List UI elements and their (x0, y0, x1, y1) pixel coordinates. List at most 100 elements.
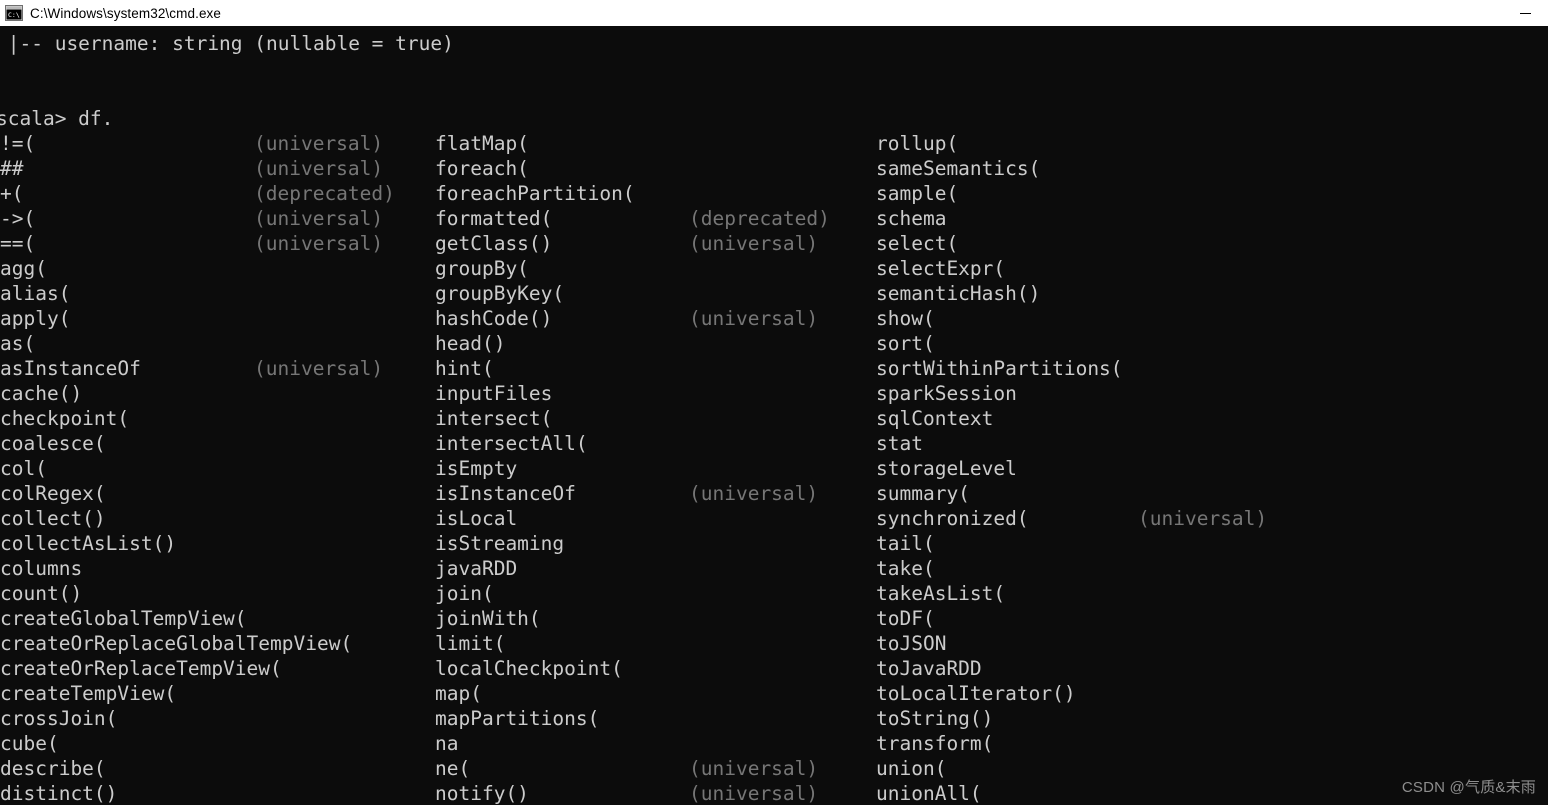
terminal-text-area: |-- username: string (nullable = true) s… (0, 31, 1548, 805)
member-name-col3: unionAll( (876, 782, 982, 805)
member-row: coalesce( intersectAll( stat (0, 431, 1548, 456)
member-tag-col2: (universal) (689, 782, 819, 805)
member-name-col2: formatted( (435, 207, 553, 230)
member-row: apply(hashCode() (universal) show( (0, 306, 1548, 331)
member-name-col1: alias( (0, 282, 71, 305)
minimize-button[interactable] (1502, 0, 1548, 26)
member-row: createTempView(map(toLocalIterator() (0, 681, 1548, 706)
member-name-col3: summary( (876, 482, 970, 505)
cmd-window: C:\ C:\Windows\system32\cmd.exe |-- user… (0, 0, 1548, 805)
schema-field-line: |-- username: string (nullable = true) (0, 32, 454, 55)
window-title: C:\Windows\system32\cmd.exe (30, 5, 222, 21)
member-tag-col1: (deprecated) (254, 182, 395, 205)
terminal-output[interactable]: |-- username: string (nullable = true) s… (0, 26, 1548, 805)
member-name-col2: isLocal (435, 507, 518, 530)
member-name-col1: createOrReplaceGlobalTempView( (0, 632, 353, 655)
member-name-col2: mapPartitions( (435, 707, 600, 730)
member-name-col3: tail( (876, 532, 935, 555)
member-name-col2: ne( (435, 757, 471, 780)
member-name-col3: toJSON (876, 632, 947, 655)
member-name-col3: take( (876, 557, 935, 580)
member-row: ## (universal) foreach( sameSemantics( (0, 156, 1548, 181)
member-name-col2: localCheckpoint( (435, 657, 623, 680)
member-name-col3: schema (876, 207, 947, 230)
member-name-col1: createTempView( (0, 682, 177, 705)
member-name-col3: selectExpr( (876, 257, 1006, 280)
member-name-col1: coalesce( (0, 432, 106, 455)
member-tag-col2: (universal) (689, 307, 819, 330)
member-name-col3: takeAsList( (876, 582, 1006, 605)
member-tag-col3: (universal) (1138, 507, 1268, 530)
member-name-col1: collectAsList() (0, 532, 177, 555)
member-name-col2: flatMap( (435, 132, 529, 155)
csdn-watermark: CSDN @气质&末雨 (1401, 779, 1536, 796)
member-tag-col1: (universal) (254, 207, 384, 230)
member-row: count() join(takeAsList( (0, 581, 1548, 606)
member-name-col1: as( (0, 332, 36, 355)
member-row: checkpoint( intersect( sqlContext (0, 406, 1548, 431)
member-name-col2: isEmpty (435, 457, 518, 480)
member-name-col3: rollup( (876, 132, 959, 155)
member-tag-col2: (deprecated) (689, 207, 830, 230)
member-name-col3: toJavaRDD (876, 657, 982, 680)
member-name-col1: apply( (0, 307, 71, 330)
member-tag-col2: (universal) (689, 232, 819, 255)
minimize-icon (1519, 12, 1531, 14)
member-tag-col2: (universal) (689, 757, 819, 780)
member-name-col1: checkpoint( (0, 407, 130, 430)
member-name-col3: stat (876, 432, 923, 455)
member-row: collect() isLocal synchronized((universal) (0, 506, 1548, 531)
member-row: cube(na transform( (0, 731, 1548, 756)
member-name-col2: head() (435, 332, 506, 355)
member-row: asInstanceOf (universal) hint(sortWithinPa… (0, 356, 1548, 381)
member-name-col1: describe( (0, 757, 106, 780)
member-name-col1: +( (0, 182, 24, 205)
member-row: col(isEmpty storageLevel (0, 456, 1548, 481)
member-name-col1: ==( (0, 232, 36, 255)
member-row: createOrReplaceGlobalTempView( limit( toJS… (0, 631, 1548, 656)
member-row: ->( (universal) formatted( (deprecated) sche… (0, 206, 1548, 231)
member-name-col2: inputFiles (435, 382, 553, 405)
svg-text:C:\: C:\ (8, 11, 20, 19)
member-row: as(head() sort( (0, 331, 1548, 356)
member-row: !=((universal) flatMap(rollup( (0, 131, 1548, 156)
member-name-col2: isInstanceOf (435, 482, 576, 505)
member-name-col3: toString() (876, 707, 994, 730)
member-name-col1: ->( (0, 207, 36, 230)
member-name-col1: !=( (0, 132, 36, 155)
member-name-col1: collect() (0, 507, 106, 530)
member-name-col2: getClass() (435, 232, 553, 255)
member-name-col1: col( (0, 457, 47, 480)
member-name-col1: columns (0, 557, 83, 580)
member-tag-col1: (universal) (254, 157, 384, 180)
member-name-col2: intersect( (435, 407, 553, 430)
member-row: distinct() notify() (universal) unionAll( (0, 781, 1548, 805)
member-name-col3: select( (876, 232, 959, 255)
member-row: alias(groupByKey(semanticHash() (0, 281, 1548, 306)
member-row: describe(ne((universal) union( (0, 756, 1548, 781)
member-name-col2: intersectAll( (435, 432, 588, 455)
member-name-col2: foreachPartition( (435, 182, 635, 205)
member-name-col1: colRegex( (0, 482, 106, 505)
member-name-col1: cache() (0, 382, 83, 405)
member-row: collectAsList() isStreaming tail( (0, 531, 1548, 556)
member-tag-col2: (universal) (689, 482, 819, 505)
scala-prompt-line: scala> df. (0, 107, 114, 130)
member-name-col2: hint( (435, 357, 494, 380)
member-name-col2: map( (435, 682, 482, 705)
member-name-col3: sortWithinPartitions( (876, 357, 1123, 380)
member-name-col1: ## (0, 157, 24, 180)
member-row: createGlobalTempView(joinWith(toDF( (0, 606, 1548, 631)
member-name-col2: isStreaming (435, 532, 565, 555)
member-name-col3: transform( (876, 732, 994, 755)
member-name-col3: sameSemantics( (876, 157, 1041, 180)
member-row: createOrReplaceTempView(localCheckpoint(… (0, 656, 1548, 681)
member-name-col3: toDF( (876, 607, 935, 630)
member-name-col2: limit( (435, 632, 506, 655)
member-name-col3: sqlContext (876, 407, 994, 430)
member-tag-col1: (universal) (254, 232, 384, 255)
member-name-col2: notify() (435, 782, 529, 805)
member-name-col2: foreach( (435, 157, 529, 180)
cmd-console-icon: C:\ (5, 5, 23, 21)
